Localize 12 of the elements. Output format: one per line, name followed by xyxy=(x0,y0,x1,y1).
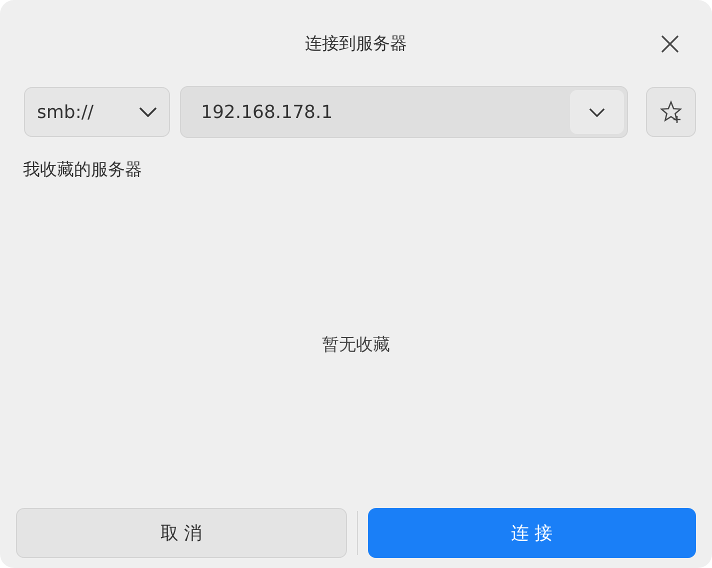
favorites-heading: 我收藏的服务器 xyxy=(23,159,143,181)
address-field[interactable]: 192.168.178.1 xyxy=(180,86,628,138)
window-title: 连接到服务器 xyxy=(305,32,407,54)
cancel-button[interactable]: 取 消 xyxy=(16,508,346,558)
chevron-down-icon xyxy=(589,108,605,116)
star-plus-icon xyxy=(659,100,683,124)
add-favorite-button[interactable] xyxy=(646,87,696,137)
connect-button[interactable]: 连 接 xyxy=(368,508,696,558)
empty-message: 暂无收藏 xyxy=(322,334,390,356)
protocol-dropdown[interactable]: smb:// xyxy=(24,87,170,137)
chevron-down-icon xyxy=(139,107,157,117)
close-icon xyxy=(660,34,680,54)
